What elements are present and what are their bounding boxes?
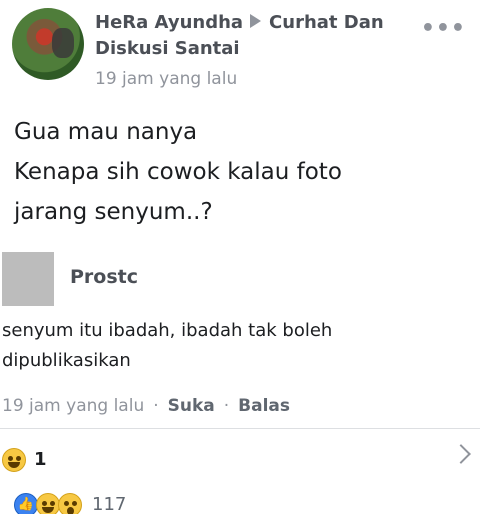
divider <box>0 428 480 429</box>
post-reactions-row[interactable]: 👍 117 <box>0 488 480 514</box>
chevron-right-icon[interactable] <box>451 444 471 464</box>
haha-emoji-icon <box>2 448 26 472</box>
comment-text: senyum itu ibadah, ibadah tak boleh dipu… <box>2 316 472 376</box>
post-timestamp[interactable]: 19 jam yang lalu <box>95 69 237 89</box>
haha-emoji-icon <box>36 493 60 514</box>
wow-emoji-icon <box>58 493 82 514</box>
separator-dot: · <box>153 396 159 416</box>
arrow-right-icon <box>250 14 262 28</box>
post-reaction-count: 117 <box>92 494 127 514</box>
group-name-line1[interactable]: Curhat Dan <box>269 12 384 33</box>
comment-timestamp: 19 jam yang lalu <box>2 396 145 416</box>
more-options-icon[interactable]: ••• <box>421 16 466 41</box>
post-header: HeRa Ayundha Curhat Dan Diskusi Santai 19… <box>0 0 480 100</box>
post-text-line: Gua mau nanya <box>14 119 198 145</box>
post-text-line: Kenapa sih cowok kalau foto <box>14 159 342 185</box>
like-icon: 👍 <box>14 493 38 514</box>
comment-meta: 19 jam yang lalu · Suka · Balas <box>2 396 290 416</box>
comment-text-line: dipublikasikan <box>2 350 131 371</box>
comment-reaction-count: 1 <box>34 449 47 470</box>
post-text-line: jarang senyum..? <box>14 199 213 225</box>
author-avatar[interactable] <box>12 8 84 80</box>
commenter-avatar[interactable] <box>2 252 54 306</box>
post-body: Gua mau nanya Kenapa sih cowok kalau fot… <box>14 112 464 232</box>
author-name[interactable]: HeRa Ayundha <box>95 12 243 33</box>
separator-dot: · <box>223 396 230 416</box>
group-name-line2[interactable]: Diskusi Santai <box>95 38 240 59</box>
like-comment-button[interactable]: Suka <box>168 396 215 416</box>
comment-reactions-row[interactable]: 1 <box>0 444 480 479</box>
reply-comment-button[interactable]: Balas <box>238 396 290 416</box>
comment-text-line: senyum itu ibadah, ibadah tak boleh <box>2 320 333 341</box>
author-group-line: HeRa Ayundha Curhat Dan Diskusi Santai <box>95 10 425 62</box>
commenter-name[interactable]: Prostc <box>70 266 138 288</box>
